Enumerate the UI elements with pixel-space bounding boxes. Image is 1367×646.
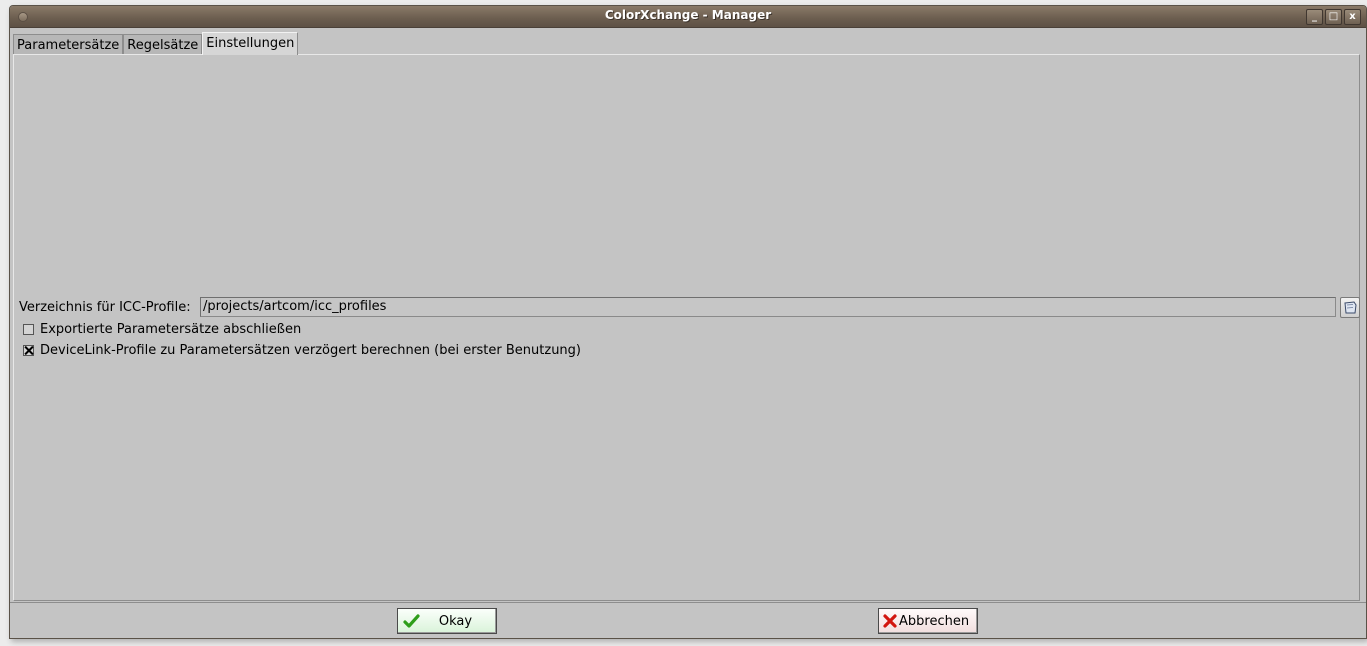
- export-lock-label: Exportierte Parametersätze abschließen: [40, 321, 302, 337]
- dialog-button-bar: Okay Abbrechen: [10, 602, 1366, 638]
- maximize-button[interactable]: □: [1325, 9, 1342, 25]
- devicelink-delay-checkbox[interactable]: [23, 344, 34, 356]
- settings-panel: Verzeichnis für ICC-Profile: /projects/a…: [13, 54, 1360, 601]
- export-lock-option[interactable]: Exportierte Parametersätze abschließen: [23, 320, 301, 338]
- tab-bar: Parametersätze Regelsätze Einstellungen: [13, 32, 299, 55]
- devicelink-delay-option[interactable]: DeviceLink-Profile zu Parametersätzen ve…: [23, 341, 581, 359]
- checkmark-icon: [403, 614, 420, 628]
- tab-einstellungen[interactable]: Einstellungen: [202, 32, 299, 55]
- tab-regelsaetze[interactable]: Regelsätze: [123, 34, 203, 55]
- devicelink-delay-label: DeviceLink-Profile zu Parametersätzen ve…: [40, 342, 581, 358]
- icc-directory-input[interactable]: /projects/artcom/icc_profiles: [200, 297, 1336, 317]
- icc-directory-row: Verzeichnis für ICC-Profile: /projects/a…: [19, 297, 1360, 319]
- cancel-label: Abbrechen: [899, 613, 970, 629]
- window-title: ColorXchange - Manager: [604, 8, 772, 22]
- cancel-button[interactable]: Abbrechen: [878, 608, 978, 634]
- title-bar[interactable]: ColorXchange - Manager _ □ x: [10, 6, 1366, 28]
- icc-directory-label: Verzeichnis für ICC-Profile:: [19, 300, 191, 315]
- export-lock-checkbox[interactable]: [23, 323, 34, 335]
- browse-directory-button[interactable]: [1340, 297, 1360, 318]
- app-window: ColorXchange - Manager _ □ x Parametersä…: [9, 5, 1367, 639]
- minimize-button[interactable]: _: [1306, 9, 1323, 25]
- folder-browse-icon: [1344, 301, 1357, 314]
- tab-parametersaetze[interactable]: Parametersätze: [13, 34, 124, 55]
- window-controls: _ □ x: [1306, 9, 1361, 25]
- red-x-icon: [883, 614, 897, 628]
- okay-label: Okay: [438, 613, 473, 629]
- close-button[interactable]: x: [1344, 9, 1361, 25]
- okay-button[interactable]: Okay: [397, 608, 497, 634]
